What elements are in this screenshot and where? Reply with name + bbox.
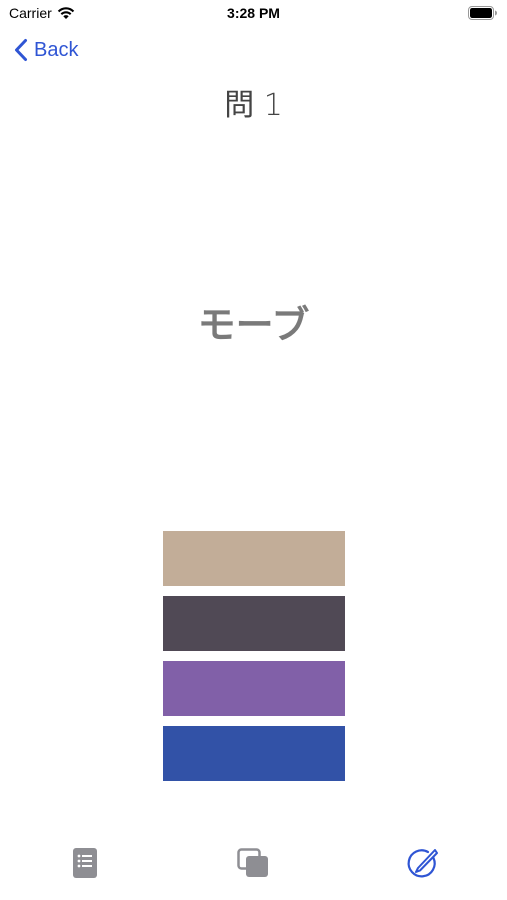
color-swatch-option[interactable] (163, 531, 345, 586)
color-swatch-option[interactable] (163, 596, 345, 651)
pen-circle-icon (406, 847, 438, 879)
status-time: 3:28 PM (227, 5, 280, 21)
chevron-left-icon (14, 38, 28, 62)
list-document-icon (72, 847, 98, 879)
tab-bar (0, 830, 507, 900)
tab-cards[interactable] (236, 846, 270, 880)
navigation-bar: Back (0, 28, 507, 78)
stacked-squares-icon (237, 848, 269, 878)
tab-list[interactable] (68, 846, 102, 880)
question-title: 問 1 (224, 88, 283, 123)
color-word: モーブ (197, 303, 310, 347)
tab-quiz[interactable] (405, 846, 439, 880)
back-label: Back (34, 38, 79, 61)
color-swatch-option[interactable] (163, 661, 345, 716)
back-button[interactable]: Back (14, 38, 78, 62)
status-bar: Carrier 3:28 PM (0, 0, 507, 28)
swatch-options (163, 531, 345, 791)
battery-icon (468, 6, 498, 20)
color-swatch-option[interactable] (163, 726, 345, 781)
